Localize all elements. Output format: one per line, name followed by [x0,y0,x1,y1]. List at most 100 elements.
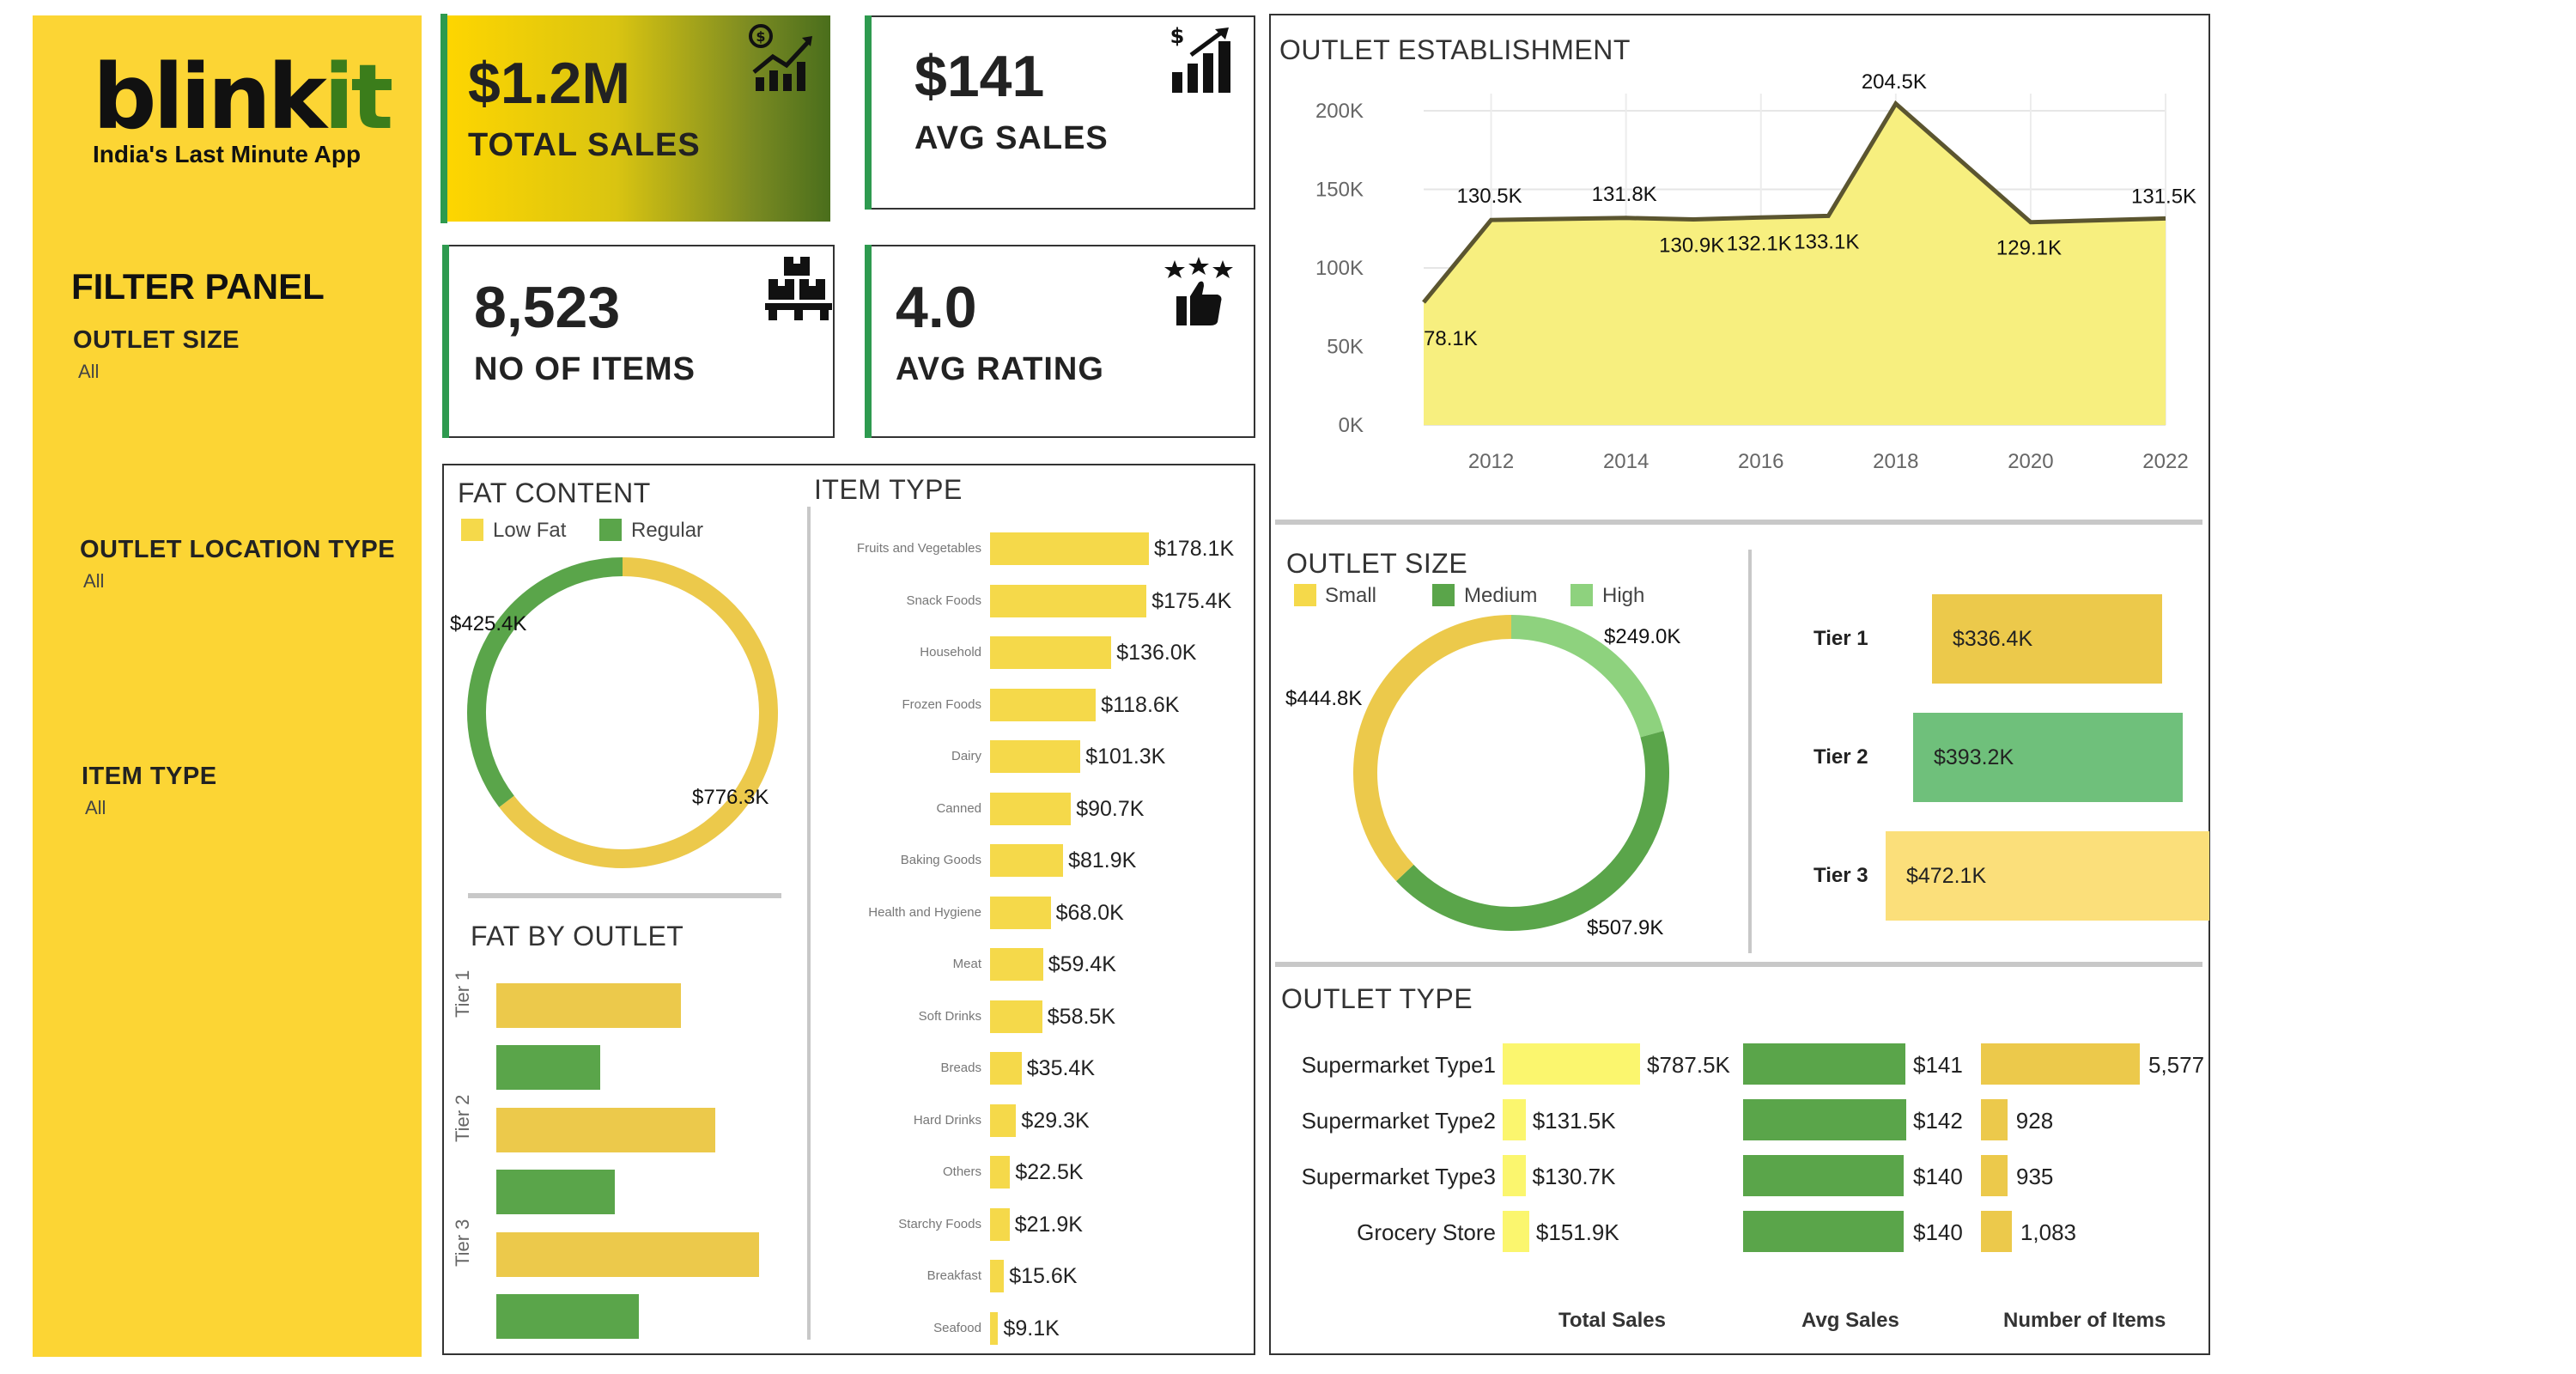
fat-by-outlet-bar [496,1045,600,1090]
item-type-label: Fruits and Vegetables [856,541,981,556]
boxes-icon [765,257,832,320]
fat-content-donut [467,557,778,868]
legend-small-swatch [1294,584,1316,606]
data-label: 132.1K [1727,232,1792,255]
item-type-label: Dairy [951,749,981,763]
outlet-type-avg-bar [1743,1155,1905,1196]
item-type-bar [990,792,1072,825]
outlet-type-sales-bar [1503,1155,1526,1196]
thumbs-up-stars-icon [1164,257,1233,325]
item-type-value: $90.7K [1076,796,1145,821]
data-label: 78.1K [1424,327,1478,350]
size-bottom-divider [1275,962,2202,967]
item-type-label: Health and Hygiene [868,904,981,920]
kpi-avg-rating-label: AVG RATING [896,351,1104,387]
outlet-type-label: Supermarket Type1 [1301,1052,1496,1078]
fat-by-outlet-bar [496,1232,759,1277]
item-type-value: $9.1K [1003,1316,1060,1341]
outlet-type-avg-value: $142 [1913,1108,1963,1134]
outlet-type-sales-value: $131.5K [1532,1108,1616,1134]
outlet-type-avg-bar [1743,1211,1905,1252]
item-type-divider [807,507,811,1340]
item-type-value: $175.4K [1151,588,1232,613]
legend-low-fat: Low Fat [493,519,567,542]
item-type-bar [990,1103,1017,1137]
outlet-type-items-bar [1981,1155,2008,1196]
y-tick-label: 100K [1315,257,1364,280]
kpi-avg-sales: $141 AVG SALES $ [865,15,1255,210]
filter-item-type-value[interactable]: All [85,797,106,819]
outlet-type-avg-value: $140 [1913,1219,1963,1245]
size-small-value: $444.8K [1285,687,1363,710]
fat-by-outlet-tier-label: Tier 1 [452,970,473,1018]
outlet-type-avg-bar [1743,1099,1906,1140]
filter-location-type-value[interactable]: All [83,570,104,593]
data-label: 133.1K [1794,230,1859,253]
kpi-items: 8,523 NO OF ITEMS [442,245,835,438]
outlet-type-items-value: 928 [2015,1108,2054,1134]
fat-by-outlet-bar [496,983,681,1028]
col-avg-sales: Avg Sales [1801,1309,1899,1332]
item-type-value: $58.5K [1047,1004,1116,1029]
filter-outlet-size-label: OUTLET SIZE [73,326,240,354]
fat-by-outlet-tier-label: Tier 3 [452,1219,473,1267]
fat-divider [468,893,781,898]
item-type-bar [990,1260,1005,1292]
item-type-value: $68.0K [1055,900,1124,925]
item-type-label: Hard Drinks [913,1112,981,1128]
item-type-bar [990,896,1051,929]
legend-small: Small [1325,584,1377,607]
kpi-items-value: 8,523 [474,275,621,340]
item-type-label: Canned [936,800,981,816]
outlet-type-label: Grocery Store [1357,1219,1496,1245]
x-tick-label: 2022 [2142,450,2188,473]
outlet-type-avg-bar [1743,1043,1905,1085]
kpi-avg-sales-label: AVG SALES [914,120,1109,156]
svg-text:$: $ [756,28,765,45]
outlet-type-sales-value: $130.7K [1532,1164,1616,1189]
donut-segment [1395,731,1669,931]
outlet-size-title: OUTLET SIZE [1286,548,1468,579]
item-type-bar [990,1052,1022,1085]
size-divider [1748,550,1752,953]
outlet-type-items-value: 935 [2016,1164,2054,1189]
x-tick-label: 2014 [1603,450,1649,473]
item-type-value: $81.9K [1068,848,1137,872]
data-label: 129.1K [1996,237,2062,260]
filter-outlet-size-value[interactable]: All [78,361,99,383]
item-type-bar [990,1000,1042,1033]
item-type-value: $136.0K [1116,641,1197,665]
kpi-total-sales-value: $1.2M [468,51,630,116]
outlet-establishment-chart: 0K 50K 100K 150K 200K 2012 2014 2016 2018 2020 202… [1315,70,2196,473]
donut-segment [467,557,623,808]
donut-segment [499,557,778,868]
legend-medium-swatch [1432,584,1455,606]
fat-by-outlet-bar [496,1294,639,1339]
x-tick-label: 2012 [1468,450,1514,473]
fat-by-outlet-bar [496,1108,715,1152]
x-tick-label: 2018 [1873,450,1918,473]
outlet-type-sales-value: $151.9K [1535,1219,1619,1245]
outlet-type-sales-bar [1503,1043,1640,1085]
data-label: 130.5K [1457,185,1522,208]
item-type-label: Starchy Foods [898,1216,981,1231]
outlet-type-avg-value: $140 [1913,1164,1963,1189]
outlet-type-items-value: 1,083 [2020,1219,2076,1245]
outlet-establishment-title: OUTLET ESTABLISHMENT [1279,34,1631,65]
item-type-bar [990,688,1097,721]
sales-chart-icon: $ [749,24,812,91]
x-tick-label: 2020 [2008,450,2053,473]
item-type-label: Breakfast [927,1268,981,1283]
y-tick-label: 50K [1327,336,1364,359]
tier-value: $472.1K [1906,864,1987,888]
y-tick-label: 0K [1339,414,1364,437]
legend-regular-swatch [599,519,622,541]
svg-text:$: $ [1170,24,1185,48]
fat-by-outlet-title: FAT BY OUTLET [471,921,684,951]
outlet-type-sales-value: $787.5K [1647,1052,1730,1078]
item-type-value: $15.6K [1009,1264,1078,1288]
item-type-value: $35.4K [1026,1056,1096,1080]
item-type-value: $22.5K [1015,1160,1084,1184]
fat-by-outlet-bar [496,1170,615,1214]
size-medium-value: $507.9K [1587,916,1664,939]
